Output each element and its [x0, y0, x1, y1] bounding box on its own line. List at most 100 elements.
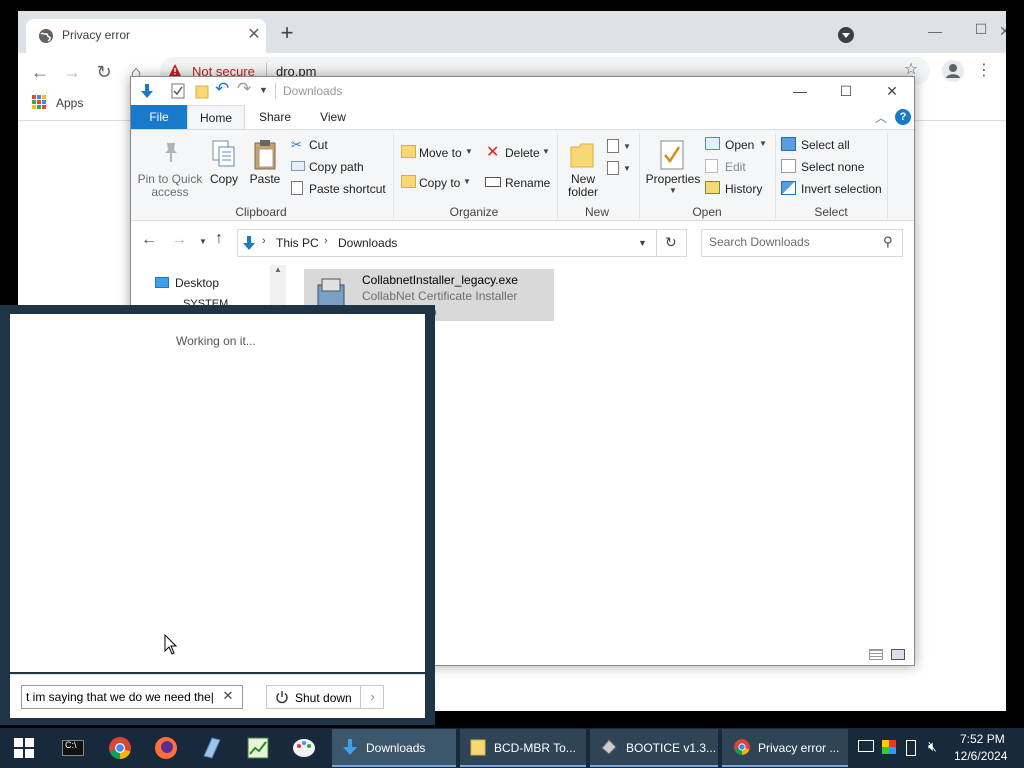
undo-icon[interactable]: ↶ [215, 79, 229, 99]
clock-date[interactable]: 12/6/2024 [954, 749, 1007, 763]
open-button[interactable]: Open ▼ [705, 135, 771, 155]
scroll-up-icon[interactable]: ▲ [274, 265, 282, 274]
volume-muted-icon[interactable]: 🔇︎ [928, 738, 937, 755]
details-view-icon[interactable] [869, 649, 883, 660]
invert-selection-button[interactable]: Invert selection [781, 179, 911, 199]
explorer-minimize-icon[interactable]: — [777, 77, 823, 105]
recent-locations-icon[interactable]: ▼ [199, 237, 207, 246]
explorer-titlebar: ↶ ↷ ▼ Downloads — ☐ ✕ [131, 77, 914, 105]
tab-home[interactable]: Home [187, 105, 245, 129]
back-icon[interactable]: ← [141, 231, 157, 249]
reload-icon[interactable]: ↻ [92, 61, 116, 85]
up-icon[interactable]: ↑ [215, 230, 223, 248]
tab-share[interactable]: Share [253, 105, 297, 129]
taskbar-task-downloads[interactable]: Downloads [332, 729, 456, 767]
delete-button[interactable]: ✕ Delete ▼ [485, 143, 551, 163]
breadcrumb-chevron-icon[interactable]: › [262, 235, 266, 247]
breadcrumb[interactable]: › This PC › Downloads ▼ [237, 229, 657, 257]
back-arrow-icon[interactable]: ← [28, 61, 52, 85]
properties-button[interactable]: Properties ▼ [645, 137, 701, 199]
pin-to-quick-access-button[interactable]: Pin to Quick access [135, 137, 203, 199]
rename-button[interactable]: Rename [485, 173, 551, 193]
power-icon [276, 691, 288, 704]
chrome-menu-icon[interactable]: ⋮ [976, 61, 992, 81]
move-to-button[interactable]: Move to ▼ [401, 143, 477, 163]
network-icon[interactable] [858, 740, 874, 752]
shutdown-options-icon[interactable]: › [360, 685, 384, 709]
nav-item-desktop[interactable]: Desktop [151, 275, 261, 291]
copy-label: Copy [209, 172, 238, 186]
copy-to-button[interactable]: Copy to ▼ [401, 173, 477, 193]
search-placeholder: Search Downloads [709, 235, 810, 249]
edit-icon [705, 159, 718, 173]
task-manager-icon[interactable] [244, 734, 272, 762]
breadcrumb-downloads[interactable]: Downloads [338, 236, 397, 250]
shut-down-label: Shut down [295, 691, 352, 705]
explorer-close-icon[interactable]: ✕ [869, 77, 915, 105]
nav-desktop-label: Desktop [175, 276, 220, 290]
close-window-icon[interactable]: ✕ [982, 17, 1006, 45]
paste-shortcut-button[interactable]: Paste shortcut [289, 179, 389, 199]
history-label: History [725, 182, 763, 196]
tab-file[interactable]: File [131, 105, 187, 129]
move-to-icon [401, 145, 416, 158]
taskbar-task-bootice[interactable]: BOOTICE v1.3... [590, 729, 718, 767]
breadcrumb-this-pc[interactable]: This PC [276, 236, 319, 250]
edit-button[interactable]: Edit [705, 157, 771, 177]
select-none-label: Select none [801, 160, 865, 174]
help-icon[interactable]: ? [895, 109, 911, 125]
cut-button[interactable]: ✂ Cut [289, 135, 389, 155]
new-folder-button[interactable]: New folder [563, 137, 603, 199]
copy-button[interactable]: Copy [207, 137, 241, 199]
select-none-button[interactable]: Select none [781, 157, 891, 177]
search-results-area [10, 314, 425, 672]
new-tab-button[interactable]: + [276, 22, 298, 45]
properties-label: Properties [645, 172, 701, 186]
large-icons-view-icon[interactable] [891, 649, 905, 660]
taskbar-task-bcd-mbr[interactable]: BCD-MBR To... [460, 729, 586, 767]
usb-icon[interactable] [906, 740, 916, 756]
forward-icon[interactable]: → [171, 231, 187, 249]
clear-search-icon[interactable]: ✕ [220, 688, 236, 704]
globe-icon [39, 29, 53, 43]
paint-icon[interactable] [290, 734, 318, 762]
collapse-ribbon-icon[interactable]: ︿ [875, 109, 887, 126]
new-item-button[interactable]: ▼ [607, 137, 633, 157]
file-description: CollabNet Certificate Installer [362, 289, 518, 303]
tab-search-icon[interactable] [838, 27, 854, 43]
tab-title: Privacy error [62, 28, 131, 42]
explorer-maximize-icon[interactable]: ☐ [823, 77, 869, 105]
breadcrumb-chevron-icon[interactable]: › [324, 235, 328, 247]
copy-to-label: Copy to [419, 176, 461, 190]
windows-start-icon[interactable] [14, 738, 34, 758]
apps-bookmark[interactable]: Apps [56, 96, 83, 110]
disk-tool-icon[interactable] [198, 734, 226, 762]
redo-icon[interactable]: ↷ [237, 79, 251, 99]
select-all-button[interactable]: Select all [781, 135, 891, 155]
tab-view[interactable]: View [311, 105, 355, 129]
history-button[interactable]: History [705, 179, 771, 199]
properties-check-icon[interactable] [171, 83, 185, 99]
paste-button[interactable]: Paste [247, 137, 283, 199]
firefox-icon[interactable] [152, 734, 180, 762]
search-icon[interactable]: ⚲ [883, 234, 893, 250]
qat-dropdown-icon[interactable]: ▼ [259, 85, 268, 95]
profile-avatar-icon[interactable] [942, 60, 964, 82]
new-folder-icon[interactable] [195, 83, 209, 99]
refresh-button[interactable]: ↻ [657, 229, 687, 257]
tab-close-icon[interactable]: ✕ [244, 25, 264, 45]
clock-time[interactable]: 7:52 PM [960, 732, 1005, 746]
copy-path-button[interactable]: Copy path [289, 157, 389, 177]
taskbar-task-privacy-error[interactable]: Privacy error ... [722, 729, 848, 767]
color-tray-icon[interactable] [882, 740, 896, 754]
terminal-icon[interactable]: C:\ [60, 734, 88, 762]
apps-grid-icon[interactable] [32, 95, 46, 109]
address-dropdown-icon[interactable]: ▼ [638, 238, 647, 248]
chrome-tab-privacy-error[interactable]: Privacy error ✕ [26, 19, 266, 53]
new-group-label: New [584, 205, 609, 219]
search-input[interactable]: t im saying that we do we need the| [21, 685, 243, 709]
chrome-icon[interactable] [106, 734, 134, 762]
forward-arrow-icon[interactable]: → [60, 61, 84, 85]
easy-access-button[interactable]: ▼ [607, 159, 633, 179]
minimize-icon[interactable]: — [912, 17, 958, 45]
